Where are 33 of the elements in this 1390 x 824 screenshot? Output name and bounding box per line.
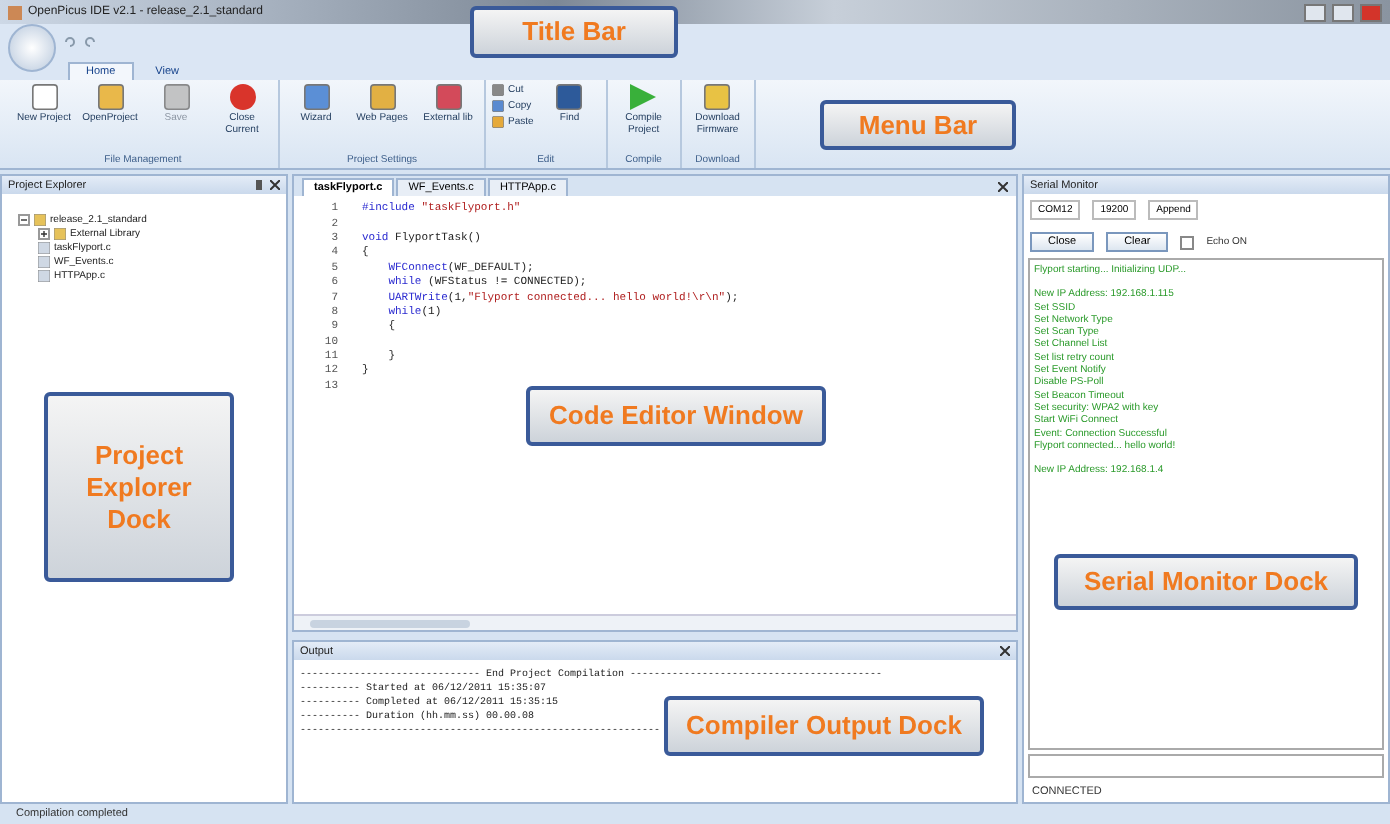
callout-label: Code Editor Window (526, 386, 826, 446)
minimize-button[interactable] (1304, 3, 1326, 21)
toolbar-icon (630, 84, 657, 110)
app-icon (8, 5, 22, 19)
toolbar-icon (369, 84, 395, 110)
toolbar-icon (556, 84, 583, 110)
callout-label: Title Bar (470, 6, 678, 58)
pin-icon[interactable] (254, 180, 264, 190)
toolbar-icon (163, 84, 189, 110)
close-icon[interactable] (270, 180, 280, 190)
echo-checkbox[interactable] (1180, 235, 1195, 249)
expand-icon[interactable] (38, 228, 50, 240)
close-icon[interactable] (998, 182, 1008, 192)
horizontal-scrollbar[interactable] (294, 614, 1016, 630)
input-field[interactable] (1028, 754, 1384, 778)
toolbar-icon (435, 84, 461, 110)
toolbar-icon (31, 84, 57, 110)
project-icon (34, 214, 46, 226)
toolbar-icon (303, 84, 329, 110)
callout-label: Serial Monitor Dock (1054, 554, 1358, 610)
callout-label: Project Explorer Dock (44, 392, 234, 582)
undo-icon[interactable] (64, 36, 76, 48)
callout-label: Menu Bar (820, 100, 1016, 150)
toolbar-icon (704, 84, 731, 110)
collapse-icon[interactable] (18, 214, 30, 226)
toolbar-icon (97, 84, 123, 110)
callout-label: Compiler Output Dock (664, 696, 984, 756)
close-icon[interactable] (1000, 646, 1010, 656)
toolbar-icon (229, 84, 255, 110)
maximize-button[interactable] (1332, 3, 1354, 21)
redo-icon[interactable] (84, 36, 96, 48)
app-menu-button[interactable] (8, 24, 56, 72)
folder-icon (54, 228, 66, 240)
